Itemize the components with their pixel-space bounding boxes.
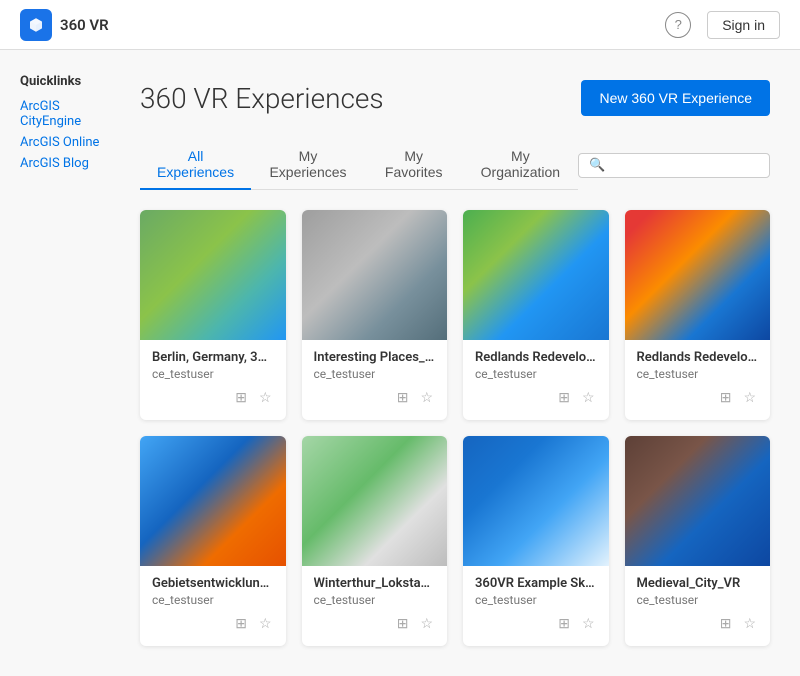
card-thumbnail (302, 436, 448, 566)
card-title: Interesting Places_360VR js (314, 350, 436, 365)
sidebar-link-cityengine[interactable]: ArcGIS CityEngine (20, 99, 100, 129)
card-6[interactable]: 360VR Example Skybridge... ce_testuser ⊞… (463, 436, 609, 646)
card-body: Redlands Redevelopment ce_testuser ⊞ ☆ (625, 340, 771, 420)
logo-area: 360 VR (20, 9, 109, 41)
card-user: ce_testuser (475, 593, 597, 607)
card-favorite-button[interactable]: ☆ (418, 613, 435, 634)
card-body: Medieval_City_VR ce_testuser ⊞ ☆ (625, 566, 771, 646)
card-actions: ⊞ ☆ (152, 613, 274, 640)
card-thumbnail (463, 436, 609, 566)
card-title: Redlands Redevelopment (637, 350, 759, 365)
card-favorite-button[interactable]: ☆ (257, 387, 274, 408)
card-user: ce_testuser (314, 593, 436, 607)
card-1[interactable]: Interesting Places_360VR js ce_testuser … (302, 210, 448, 420)
card-title: Berlin, Germany, 360 VR E... (152, 350, 274, 365)
card-favorite-button[interactable]: ☆ (580, 387, 597, 408)
card-favorite-button[interactable]: ☆ (257, 613, 274, 634)
card-2[interactable]: Redlands Redevelopment ... ce_testuser ⊞… (463, 210, 609, 420)
card-thumbnail (625, 436, 771, 566)
card-user: ce_testuser (637, 593, 759, 607)
card-user: ce_testuser (152, 593, 274, 607)
page-header: 360 VR Experiences New 360 VR Experience (140, 80, 770, 116)
card-3[interactable]: Redlands Redevelopment ce_testuser ⊞ ☆ (625, 210, 771, 420)
card-body: Winterthur_Lokstadt_v1 c... ce_testuser … (302, 566, 448, 646)
card-preview-button[interactable]: ⊞ (718, 387, 734, 408)
card-preview-button[interactable]: ⊞ (233, 613, 249, 634)
tab-my-experiences[interactable]: My Experiences (251, 140, 365, 190)
card-preview-button[interactable]: ⊞ (395, 387, 411, 408)
sidebar-link-online[interactable]: ArcGIS Online (20, 135, 100, 150)
tab-all-experiences[interactable]: All Experiences (140, 140, 251, 190)
card-actions: ⊞ ☆ (152, 387, 274, 414)
card-preview-button[interactable]: ⊞ (718, 613, 734, 634)
card-actions: ⊞ ☆ (637, 387, 759, 414)
card-title: Gebietsentwicklung_Man... (152, 576, 274, 591)
tab-my-favorites[interactable]: My Favorites (365, 140, 463, 190)
card-body: Redlands Redevelopment ... ce_testuser ⊞… (463, 340, 609, 420)
card-preview-button[interactable]: ⊞ (233, 387, 249, 408)
card-user: ce_testuser (314, 367, 436, 381)
card-user: ce_testuser (152, 367, 274, 381)
card-0[interactable]: Berlin, Germany, 360 VR E... ce_testuser… (140, 210, 286, 420)
card-body: Interesting Places_360VR js ce_testuser … (302, 340, 448, 420)
card-title: Redlands Redevelopment ... (475, 350, 597, 365)
card-favorite-button[interactable]: ☆ (741, 387, 758, 408)
card-body: Berlin, Germany, 360 VR E... ce_testuser… (140, 340, 286, 420)
card-favorite-button[interactable]: ☆ (418, 387, 435, 408)
card-preview-button[interactable]: ⊞ (395, 613, 411, 634)
tab-my-organization[interactable]: My Organization (463, 140, 579, 190)
card-5[interactable]: Winterthur_Lokstadt_v1 c... ce_testuser … (302, 436, 448, 646)
app-header: 360 VR ? Sign in (0, 0, 800, 50)
logo-icon (20, 9, 52, 41)
card-thumbnail (140, 210, 286, 340)
card-title: Winterthur_Lokstadt_v1 c... (314, 576, 436, 591)
page-title: 360 VR Experiences (140, 82, 384, 115)
card-preview-button[interactable]: ⊞ (556, 613, 572, 634)
card-favorite-button[interactable]: ☆ (741, 613, 758, 634)
card-4[interactable]: Gebietsentwicklung_Man... ce_testuser ⊞ … (140, 436, 286, 646)
card-actions: ⊞ ☆ (637, 613, 759, 640)
card-thumbnail (140, 436, 286, 566)
card-user: ce_testuser (637, 367, 759, 381)
card-favorite-button[interactable]: ☆ (580, 613, 597, 634)
card-actions: ⊞ ☆ (314, 387, 436, 414)
card-body: Gebietsentwicklung_Man... ce_testuser ⊞ … (140, 566, 286, 646)
tabs-row: All Experiences My Experiences My Favori… (140, 140, 770, 190)
search-icon: 🔍 (589, 158, 605, 173)
help-button[interactable]: ? (665, 12, 691, 38)
main-content: 360 VR Experiences New 360 VR Experience… (120, 50, 800, 676)
app-title: 360 VR (60, 16, 109, 34)
tabs-group: All Experiences My Experiences My Favori… (140, 140, 578, 190)
layout: Quicklinks ArcGIS CityEngine ArcGIS Onli… (0, 50, 800, 676)
card-grid: Berlin, Germany, 360 VR E... ce_testuser… (140, 210, 770, 646)
card-actions: ⊞ ☆ (475, 613, 597, 640)
sidebar-section-title: Quicklinks (20, 74, 100, 89)
card-thumbnail (302, 210, 448, 340)
header-right: ? Sign in (665, 11, 780, 39)
sidebar-link-blog[interactable]: ArcGIS Blog (20, 156, 100, 171)
search-input[interactable] (609, 158, 759, 173)
card-user: ce_testuser (475, 367, 597, 381)
card-thumbnail (625, 210, 771, 340)
card-7[interactable]: Medieval_City_VR ce_testuser ⊞ ☆ (625, 436, 771, 646)
card-preview-button[interactable]: ⊞ (556, 387, 572, 408)
card-title: 360VR Example Skybridge... (475, 576, 597, 591)
new-experience-button[interactable]: New 360 VR Experience (581, 80, 770, 116)
signin-button[interactable]: Sign in (707, 11, 780, 39)
card-title: Medieval_City_VR (637, 576, 759, 591)
card-actions: ⊞ ☆ (314, 613, 436, 640)
card-body: 360VR Example Skybridge... ce_testuser ⊞… (463, 566, 609, 646)
card-actions: ⊞ ☆ (475, 387, 597, 414)
search-box: 🔍 (578, 153, 770, 178)
card-thumbnail (463, 210, 609, 340)
sidebar: Quicklinks ArcGIS CityEngine ArcGIS Onli… (0, 50, 120, 676)
